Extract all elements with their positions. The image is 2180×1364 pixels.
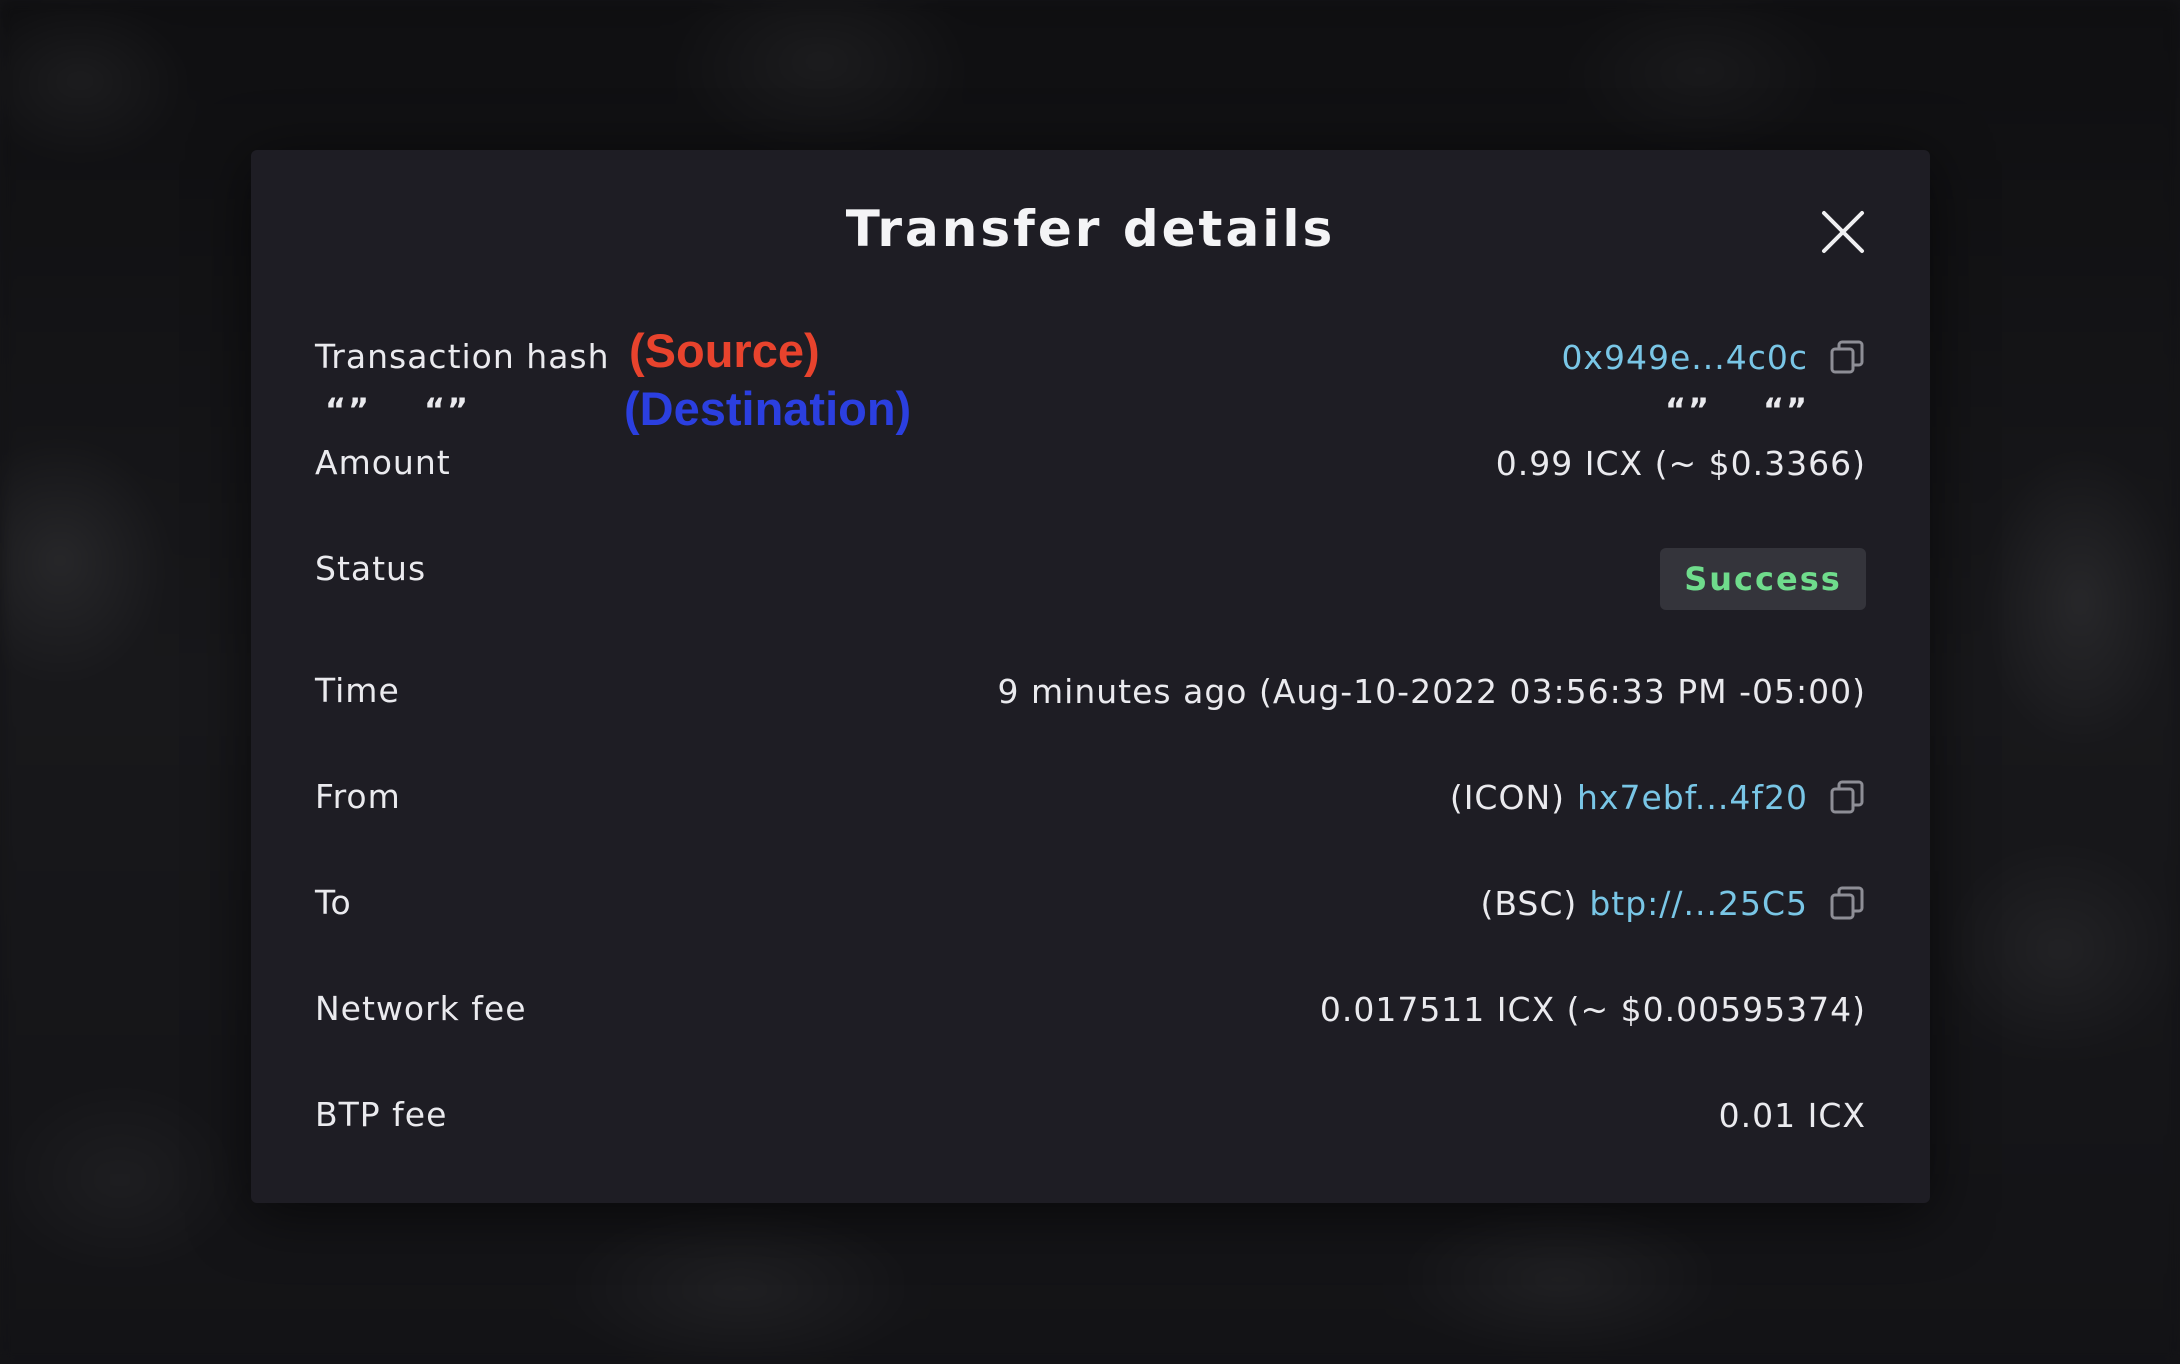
row-time: Time 9 minutes ago (Aug-10-2022 03:56:33… [315, 666, 1866, 716]
row-amount: Amount 0.99 ICX (~ $0.3366) [315, 438, 1866, 488]
network-fee-value: 0.017511 ICX (~ $0.00595374) [1319, 989, 1866, 1029]
transaction-hash-link[interactable]: 0x949e...4c0c [1561, 338, 1808, 377]
to-address-link[interactable]: btp://...25C5 [1589, 884, 1808, 923]
row-value: (ICON) hx7ebf...4f20 [1450, 772, 1866, 822]
row-label: To [315, 883, 352, 922]
row-btp-fee: BTP fee 0.01 ICX [315, 1090, 1866, 1140]
row-label: BTP fee [315, 1095, 448, 1134]
chain-name: (ICON) [1449, 777, 1566, 817]
copy-icon[interactable] [1828, 338, 1866, 376]
row-label: Time [315, 671, 400, 710]
row-to: To (BSC) btp://...25C5 [315, 878, 1866, 928]
row-value: (BSC) btp://...25C5 [1481, 878, 1867, 928]
copy-icon[interactable] [1828, 884, 1866, 922]
row-from: From (ICON) hx7ebf...4f20 [315, 772, 1866, 822]
chain-name: (BSC) [1480, 883, 1578, 923]
row-label: Transaction hash [315, 337, 610, 376]
close-button[interactable] [1820, 209, 1866, 255]
row-status: Status Success [315, 544, 1866, 614]
modal-title: Transfer details [845, 200, 1336, 258]
row-value: 0x949e...4c0c [1561, 332, 1866, 382]
annotation-quote-mark: “” [424, 391, 471, 429]
annotation-quote-mark: “” [325, 391, 372, 429]
time-value: 9 minutes ago (Aug-10-2022 03:56:33 PM -… [997, 671, 1866, 711]
row-network-fee: Network fee 0.017511 ICX (~ $0.00595374) [315, 984, 1866, 1034]
from-address-link[interactable]: hx7ebf...4f20 [1577, 778, 1808, 817]
row-label: Status [315, 549, 427, 588]
close-icon [1822, 211, 1864, 253]
row-label: Network fee [315, 989, 527, 1028]
row-label: From [315, 777, 401, 816]
btp-fee-value: 0.01 ICX [1718, 1095, 1866, 1135]
annotation-quote-mark: “” [1665, 391, 1712, 429]
transfer-details-modal: Transfer details (Source) (Destination) … [251, 150, 1930, 1203]
annotation-destination: (Destination) [624, 382, 912, 435]
copy-icon[interactable] [1828, 778, 1866, 816]
amount-value: 0.99 ICX (~ $0.3366) [1495, 443, 1866, 483]
row-label: Amount [315, 443, 451, 482]
row-transaction-hash: Transaction hash 0x949e...4c0c [315, 332, 1866, 382]
status-badge: Success [1660, 548, 1866, 610]
annotation-quote-mark: “” [1763, 391, 1810, 429]
